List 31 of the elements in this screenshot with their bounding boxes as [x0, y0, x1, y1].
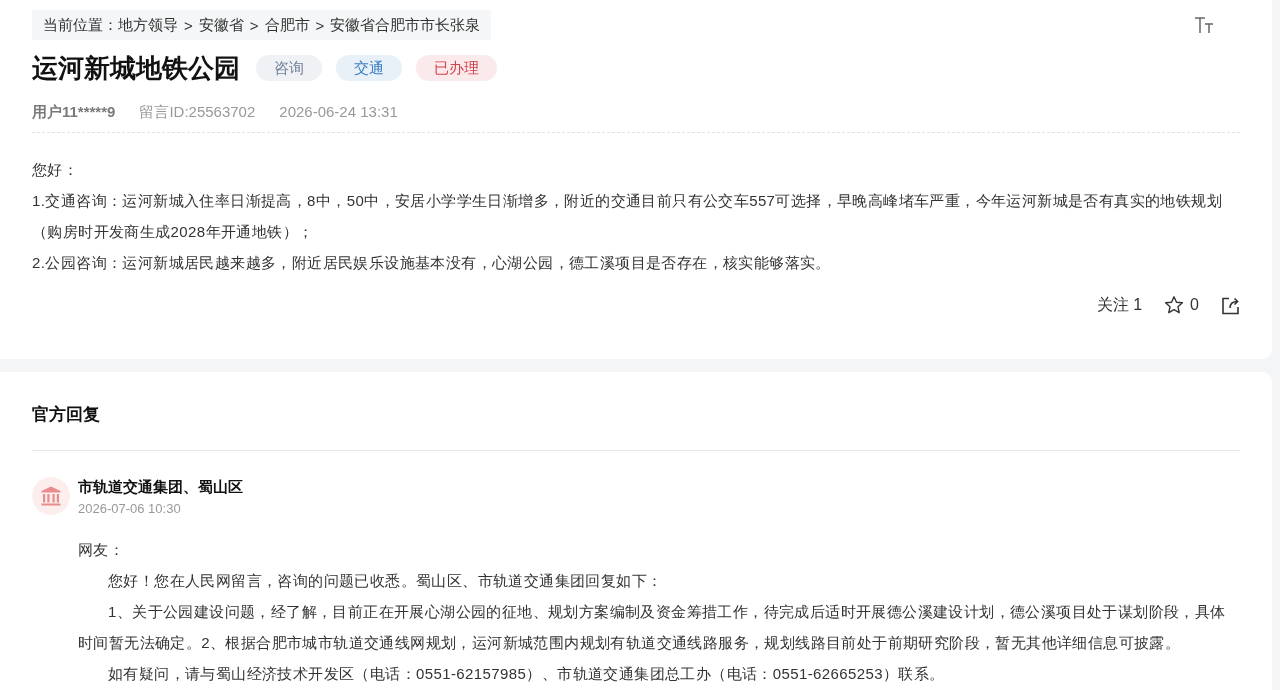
message-paragraph: 您好： — [32, 160, 80, 180]
breadcrumb-separator: > — [249, 16, 259, 34]
star-icon — [1164, 295, 1185, 315]
breadcrumb-separator: > — [315, 16, 325, 34]
message-paragraph: 2.公园咨询：运河新城居民越来越多，附近居民娱乐设施基本没有，心湖公园，德工溪项目是否存在，核实能够落实。 — [32, 253, 832, 273]
breadcrumb-link[interactable]: 地方领导 — [118, 15, 178, 35]
follow-button[interactable]: 关注 1 — [1096, 294, 1143, 316]
share-icon[interactable] — [1221, 295, 1240, 315]
category-tag: 交通 — [336, 55, 402, 81]
reply-salutation: 网友： — [78, 540, 126, 560]
breadcrumb-link[interactable]: 安徽省合肥市市长张泉 — [330, 15, 481, 35]
author-name: 用户11*****9 — [32, 102, 116, 122]
star-button[interactable]: 0 — [1164, 295, 1199, 315]
category-tag: 咨询 — [256, 55, 322, 81]
message-time: 2026-06-24 13:31 — [279, 102, 398, 122]
font-size-icon[interactable] — [1194, 16, 1214, 34]
category-tag: 已办理 — [416, 55, 497, 81]
reply-paragraph: 您好！您在人民网留言，咨询的问题已收悉。蜀山区、市轨道交通集团回复如下： — [107, 571, 664, 591]
message-id: 留言ID:25563702 — [139, 102, 256, 122]
breadcrumb-separator: > — [184, 16, 193, 34]
message-title: 运河新城地铁公园 — [32, 52, 240, 85]
building-icon — [32, 477, 70, 515]
section-heading: 官方回复 — [32, 404, 101, 426]
reply-time: 2026-07-06 10:30 — [78, 500, 182, 518]
breadcrumb-link[interactable]: 安徽省 — [198, 15, 244, 35]
breadcrumb-label: 当前位置： — [43, 15, 118, 35]
department-name: 市轨道交通集团、蜀山区 — [78, 477, 243, 497]
breadcrumb-link[interactable]: 合肥市 — [264, 15, 310, 35]
reply-paragraph: 如有疑问，请与蜀山经济技术开发区（电话：0551-62157985）、市轨道交通集团总工办（电话：0551-62665253）联系。 — [107, 664, 946, 684]
message-paragraph: 1.交通咨询：运河新城入住率日渐提高，8中，50中，安居小学学生日渐增多，附近的交通目前只有公交车557可选择，早晚高峰堵车严重，今年运河新城是否有真实的地铁规划（购房时开发商生成2028年开通地铁）； — [32, 191, 1223, 242]
reply-paragraph: 1、关于公园建设问题，经了解，目前正在开展心湖公园的征地、规划方案编制及资金筹措工作，待完成后适时开展德公溪建设计划，德公溪项目处于谋划阶段，具体时间暂无法确定。2、根据合肥市城市轨道交通线网规划，运河新城范围内规划有轨道交通线路服务，规划线路目前处于前期研究阶段，暂无其他详细信息可披露。 — [78, 602, 1227, 653]
